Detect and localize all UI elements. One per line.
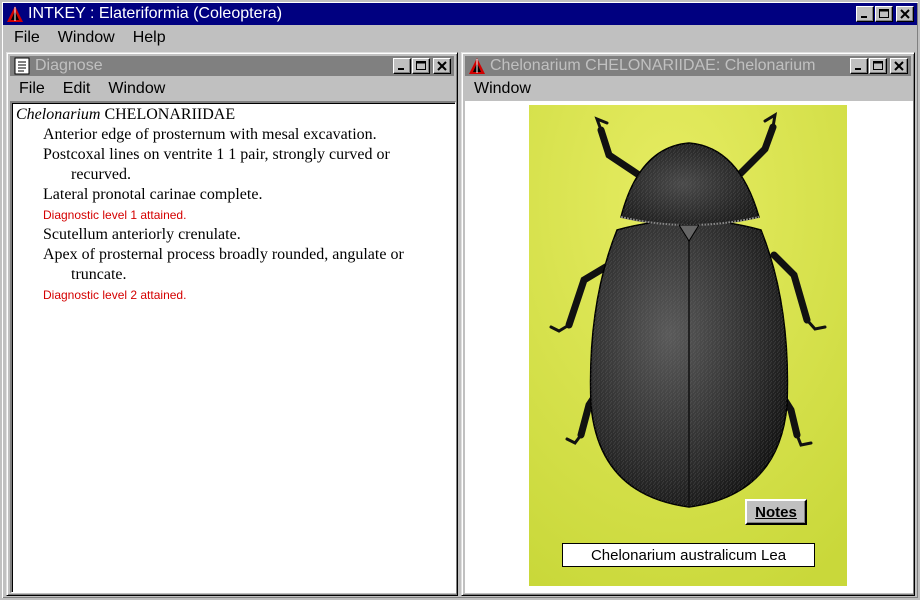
- character-line: Lateral pronotal carinae complete.: [43, 186, 263, 203]
- taxon-genus: Chelonarium: [16, 106, 101, 123]
- character-line-continuation: recurved.: [71, 166, 131, 183]
- diagnose-close-button[interactable]: [433, 58, 451, 74]
- character-line-continuation: truncate.: [71, 266, 127, 283]
- intkey-logo-icon: [6, 5, 24, 23]
- intkey-logo-icon: [468, 57, 486, 75]
- diagnostic-level-message: Diagnostic level 2 attained.: [43, 288, 187, 302]
- diagnosis-text: Chelonarium CHELONARIIDAE Anterior edge …: [12, 103, 455, 305]
- diagnose-menu-window[interactable]: Window: [99, 79, 174, 99]
- menu-window[interactable]: Window: [49, 28, 124, 48]
- diagnose-minimize-button[interactable]: [393, 58, 411, 74]
- taxon-heading: Chelonarium CHELONARIIDAE: [16, 105, 455, 125]
- image-menu-bar: Window: [465, 78, 911, 100]
- maximize-button[interactable]: [875, 6, 893, 22]
- menu-file[interactable]: File: [5, 28, 49, 48]
- close-button[interactable]: [896, 6, 914, 22]
- character-line: Postcoxal lines on ventrite 1 1 pair, st…: [43, 146, 390, 163]
- image-title: Chelonarium CHELONARIIDAE: Chelonarium: [490, 57, 816, 74]
- image-minimize-button[interactable]: [850, 58, 868, 74]
- image-menu-window[interactable]: Window: [465, 79, 540, 99]
- taxon-family: CHELONARIIDAE: [104, 106, 236, 123]
- image-close-button[interactable]: [890, 58, 908, 74]
- diagnostic-level-message: Diagnostic level 1 attained.: [43, 208, 187, 222]
- minimize-button[interactable]: [856, 6, 874, 22]
- image-maximize-button[interactable]: [869, 58, 887, 74]
- character-line: Anterior edge of prosternum with mesal e…: [43, 126, 377, 143]
- app-title: INTKEY : Elateriformia (Coleoptera): [28, 5, 283, 22]
- diagnose-menu-edit[interactable]: Edit: [54, 79, 100, 99]
- diagnose-title: Diagnose: [35, 57, 103, 74]
- notes-button[interactable]: Notes: [745, 499, 807, 525]
- image-title-bar[interactable]: Chelonarium CHELONARIIDAE: Chelonarium: [465, 56, 911, 76]
- diagnose-menu-bar: File Edit Window: [10, 78, 454, 100]
- character-line: Scutellum anteriorly crenulate.: [43, 226, 241, 243]
- diagnose-content[interactable]: Chelonarium CHELONARIIDAE Anterior edge …: [10, 101, 456, 593]
- app-menu-bar: File Window Help: [5, 27, 915, 49]
- character-line: Apex of prosternal process broadly round…: [43, 246, 404, 263]
- image-caption: Chelonarium australicum Lea: [562, 543, 815, 567]
- menu-help[interactable]: Help: [124, 28, 175, 48]
- diagnose-maximize-button[interactable]: [412, 58, 430, 74]
- document-icon: [13, 57, 31, 75]
- diagnose-title-bar[interactable]: Diagnose: [10, 56, 454, 76]
- app-title-bar[interactable]: INTKEY : Elateriformia (Coleoptera): [3, 3, 917, 25]
- diagnose-menu-file[interactable]: File: [10, 79, 54, 99]
